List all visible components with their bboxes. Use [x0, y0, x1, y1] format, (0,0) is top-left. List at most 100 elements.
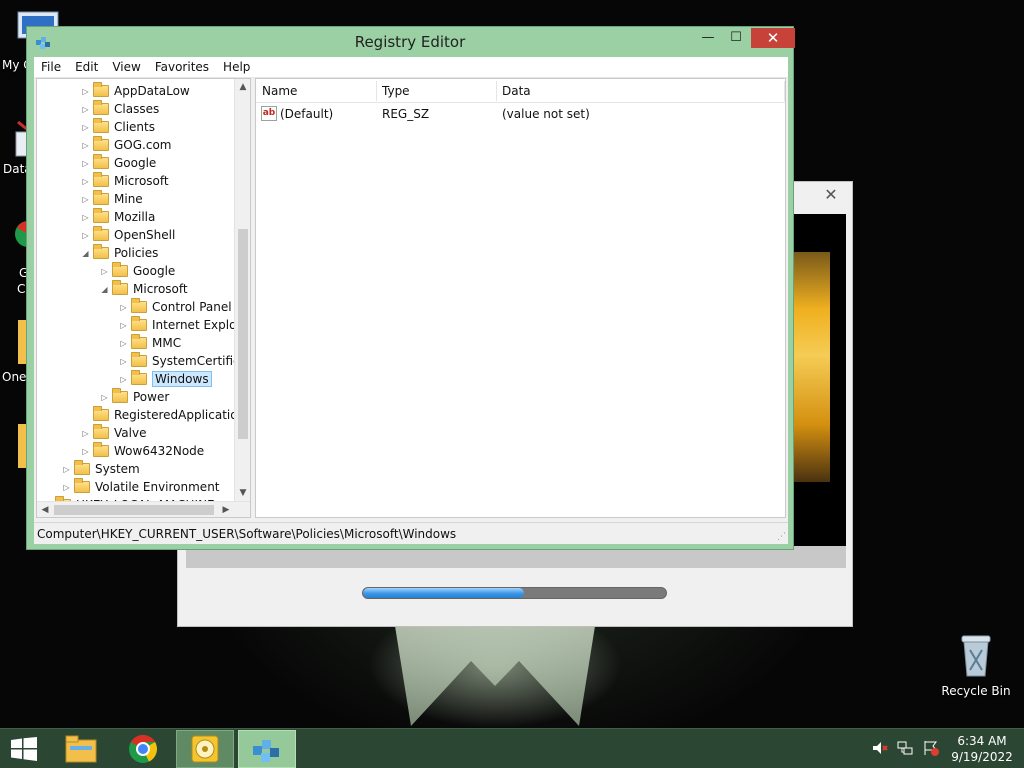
menu-file[interactable]: File	[41, 60, 61, 74]
tree-item[interactable]: ▷ MMC	[119, 334, 181, 352]
scroll-down-arrow-icon[interactable]: ▼	[235, 485, 250, 501]
tree-expander-icon[interactable]: ▷	[100, 393, 109, 402]
tree-item[interactable]: ▷ Valve	[81, 424, 146, 442]
tree-item-label: MMC	[152, 336, 182, 350]
taskbar-file-explorer[interactable]	[52, 730, 110, 768]
tree-expander-icon[interactable]: ▷	[119, 357, 128, 366]
folder-icon	[131, 316, 147, 331]
tree-expander-icon[interactable]: ▷	[81, 87, 90, 96]
tree-item[interactable]: ▷ Mine	[81, 190, 143, 208]
action-center-flag-icon[interactable]	[922, 739, 940, 757]
tree-vertical-scroll-thumb[interactable]	[238, 229, 248, 439]
tree-item[interactable]: ◢ Policies	[81, 244, 158, 262]
tree-item[interactable]: ▷ Classes	[81, 100, 159, 118]
scroll-up-arrow-icon[interactable]: ▲	[235, 79, 250, 95]
tree-item-label: Internet Explorer	[152, 318, 234, 332]
tree-item[interactable]: ▷ Google	[100, 262, 175, 280]
menu-view[interactable]: View	[112, 60, 140, 74]
tree-item[interactable]: ▷ Microsoft	[81, 172, 169, 190]
tree-vertical-scrollbar[interactable]: ▲ ▼	[234, 79, 250, 501]
tree-item[interactable]: RegisteredApplications	[81, 406, 234, 424]
close-button[interactable]: ✕	[751, 28, 795, 48]
tree-item[interactable]: ▷ GOG.com	[81, 136, 172, 154]
tree-expander-icon[interactable]: ▷	[81, 195, 90, 204]
tree-item-label: Microsoft	[133, 282, 188, 296]
column-header-name[interactable]: Name	[256, 84, 297, 98]
tree-item[interactable]: ▷ SystemCertificates	[119, 352, 234, 370]
maximize-button[interactable]: ☐	[723, 28, 749, 48]
tree-item[interactable]: ◢ Microsoft	[100, 280, 188, 298]
folder-icon	[131, 334, 147, 349]
tree-item-label: Volatile Environment	[95, 480, 220, 494]
tree-item-label: Wow6432Node	[114, 444, 205, 458]
tree-expander-icon[interactable]: ▷	[81, 159, 90, 168]
tree-expander-icon[interactable]: ▷	[81, 429, 90, 438]
registry-tree: ▷ AppDataLow ▷ Classes ▷ Clients ▷ GOG.com ▷ Goog…	[37, 80, 234, 502]
string-value-icon: ab	[261, 106, 277, 121]
tree-horizontal-scrollbar[interactable]: ◀ ▶	[37, 501, 250, 517]
tree-item[interactable]: ▷ Control Panel	[119, 298, 232, 316]
minimize-button[interactable]: —	[695, 28, 721, 48]
tree-expander-icon[interactable]: ▷	[81, 447, 90, 456]
dialog-close-button[interactable]: ✕	[818, 186, 844, 204]
tree-expander-icon[interactable]: ▷	[62, 483, 71, 492]
tree-expander-icon[interactable]: ◢	[81, 249, 90, 258]
tree-item[interactable]: ▷ Mozilla	[81, 208, 155, 226]
tree-expander-icon[interactable]: ▷	[119, 339, 128, 348]
status-bar: Computer\HKEY_CURRENT_USER\Software\Poli…	[34, 522, 788, 544]
tree-item[interactable]: ▷ Clients	[81, 118, 155, 136]
column-separator[interactable]	[784, 81, 785, 101]
tree-horizontal-scroll-thumb[interactable]	[54, 505, 214, 515]
tree-item-label: Policies	[114, 246, 159, 260]
tree-expander-icon[interactable]: ▷	[81, 123, 90, 132]
tree-expander-icon[interactable]: ▷	[119, 375, 128, 384]
tree-item[interactable]: ▷ Power	[100, 388, 169, 406]
tree-expander-icon[interactable]: ▷	[81, 213, 90, 222]
resize-grip-icon[interactable]: ⋰	[777, 532, 786, 542]
tree-expander-icon[interactable]: ▷	[119, 303, 128, 312]
tree-item[interactable]: ▷ Windows	[119, 370, 212, 388]
dialog-image-strip	[790, 252, 830, 482]
progress-bar	[362, 587, 667, 599]
folder-icon	[74, 478, 90, 493]
tree-expander-icon[interactable]: ▷	[119, 321, 128, 330]
menu-help[interactable]: Help	[223, 60, 250, 74]
menu-edit[interactable]: Edit	[75, 60, 98, 74]
taskbar-clock[interactable]: 6:34 AM 9/19/2022	[946, 733, 1018, 765]
tree-item[interactable]: ▷ Google	[81, 154, 156, 172]
network-icon[interactable]	[896, 739, 914, 757]
tree-item[interactable]: ▷ OpenShell	[81, 226, 175, 244]
recycle-bin-icon	[961, 635, 991, 677]
taskbar-chrome[interactable]	[114, 730, 172, 768]
tree-item-label: Valve	[114, 426, 147, 440]
column-header-data[interactable]: Data	[496, 84, 531, 98]
tree-expander-icon[interactable]: ▷	[81, 231, 90, 240]
volume-muted-icon[interactable]	[870, 739, 888, 757]
tree-item[interactable]: ▷ Wow6432Node	[81, 442, 204, 460]
windows-start-icon[interactable]	[10, 737, 38, 761]
column-header-type[interactable]: Type	[376, 84, 410, 98]
title-bar[interactable]: Registry Editor — ☐ ✕	[27, 27, 795, 57]
tree-item[interactable]: ▷ Internet Explorer	[119, 316, 234, 334]
tree-expander-icon[interactable]: ▷	[100, 267, 109, 276]
menu-favorites[interactable]: Favorites	[155, 60, 209, 74]
folder-icon	[93, 154, 109, 169]
tree-item[interactable]: ▷ Volatile Environment	[62, 478, 220, 496]
tree-expander-icon[interactable]: ▷	[62, 465, 71, 474]
table-row[interactable]: ab (Default) REG_SZ (value not set)	[256, 105, 785, 123]
taskbar-disc-app[interactable]	[176, 730, 234, 768]
tree-item[interactable]: ▷ System	[62, 460, 140, 478]
scroll-left-arrow-icon[interactable]: ◀	[37, 502, 53, 517]
folder-icon	[93, 82, 109, 97]
tree-item[interactable]: ▷ AppDataLow	[81, 82, 190, 100]
tree-expander-icon[interactable]: ▷	[81, 141, 90, 150]
tree-item-label: OpenShell	[114, 228, 176, 242]
tree-expander-icon[interactable]: ▷	[81, 177, 90, 186]
taskbar-registry-editor[interactable]	[238, 730, 296, 768]
tree-expander-icon[interactable]: ▷	[81, 105, 90, 114]
folder-icon	[131, 370, 147, 385]
scroll-right-arrow-icon[interactable]: ▶	[218, 502, 234, 517]
tree-expander-icon[interactable]: ◢	[100, 285, 109, 294]
desktop-icon-recycle-bin[interactable]: Recycle Bin	[940, 630, 1012, 698]
folder-icon	[93, 208, 109, 223]
